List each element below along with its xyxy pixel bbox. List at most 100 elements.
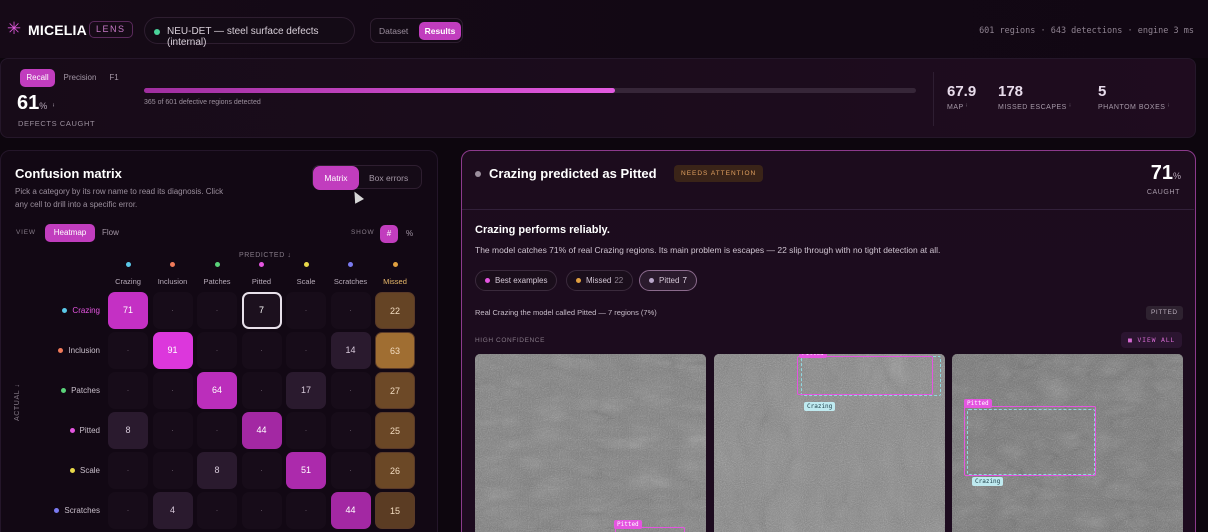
matrix-cell[interactable]: · xyxy=(197,332,237,369)
matrix-cell[interactable]: 14 xyxy=(330,332,371,369)
matrix-cell[interactable]: 27 xyxy=(375,372,415,409)
brand-name: MICELIA xyxy=(28,22,87,38)
info-icon: ⁱ xyxy=(52,104,55,111)
example-thumbnail[interactable]: Pitted Crazing xyxy=(952,354,1183,532)
row-header-pitted[interactable]: Pitted xyxy=(4,426,100,435)
column-header-missed: Missed xyxy=(375,262,415,289)
show-percent-button[interactable]: % xyxy=(406,229,413,238)
matrix-cell[interactable]: · xyxy=(197,292,237,329)
matrix-cell[interactable]: · xyxy=(108,372,148,409)
matrix-cell[interactable]: 4 xyxy=(152,492,193,529)
matrix-cell[interactable]: 26 xyxy=(375,452,415,489)
matrix-cell[interactable]: · xyxy=(330,372,371,409)
matrix-cell[interactable]: · xyxy=(108,332,148,369)
dot-icon xyxy=(649,278,654,284)
matrix-cell[interactable]: · xyxy=(241,332,282,369)
matrix-cell[interactable]: · xyxy=(286,492,326,529)
matrix-cell[interactable]: 7 xyxy=(241,292,282,329)
matrix-cell[interactable]: · xyxy=(197,492,237,529)
matrix-cell[interactable]: · xyxy=(330,452,371,489)
view-all-button[interactable]: ■ VIEW ALL xyxy=(1121,332,1183,348)
tab-f1[interactable]: F1 xyxy=(105,69,123,87)
row-header-crazing[interactable]: Crazing xyxy=(4,306,100,315)
example-thumbnail[interactable]: Pitted Crazing xyxy=(714,354,945,532)
category-dot-icon xyxy=(61,388,67,394)
matrix-cell[interactable]: 8 xyxy=(197,452,237,489)
chip-best-examples[interactable]: Best examples xyxy=(475,270,558,291)
matrix-cell[interactable]: 63 xyxy=(375,332,415,369)
column-label: Patches xyxy=(203,277,231,286)
example-thumbnail[interactable]: Pitted xyxy=(475,354,706,532)
run-stats: 601 regions · 643 detections · engine 3 … xyxy=(979,26,1194,36)
row-header-patches[interactable]: Patches xyxy=(4,386,100,395)
tab-precision[interactable]: Precision xyxy=(59,69,101,87)
panel-title: Confusion matrix xyxy=(15,166,122,181)
column-header-scratches: Scratches xyxy=(331,262,371,289)
chip-missed[interactable]: Missed 22 xyxy=(566,270,634,291)
view-flow-button[interactable]: Flow xyxy=(102,228,119,237)
column-header-crazing: Crazing xyxy=(108,262,148,289)
matrix-cell[interactable]: · xyxy=(108,492,148,529)
column-header-scale: Scale xyxy=(286,262,326,289)
row-label: Scratches xyxy=(64,506,100,515)
row-header-scale[interactable]: Scale xyxy=(4,466,100,475)
tab-results[interactable]: Results xyxy=(419,22,461,40)
category-dot-icon xyxy=(392,262,398,267)
matrix-cell[interactable]: 51 xyxy=(286,452,326,489)
matrix-cell[interactable]: · xyxy=(152,412,193,449)
matrix-cell[interactable]: · xyxy=(286,292,326,329)
logo-icon: ✳ xyxy=(6,19,22,38)
mode-matrix-button[interactable]: Matrix xyxy=(313,166,359,190)
matrix-cell[interactable]: 15 xyxy=(375,492,415,529)
chip-pitted[interactable]: Pitted 7 xyxy=(639,270,697,291)
matrix-cell[interactable]: · xyxy=(286,412,326,449)
matrix-cell[interactable]: 44 xyxy=(241,412,282,449)
category-dot-icon xyxy=(259,262,264,267)
matrix-cell[interactable]: · xyxy=(108,452,148,489)
tab-recall[interactable]: Recall xyxy=(20,69,55,87)
row-label: Patches xyxy=(71,386,100,395)
matrix-cell[interactable]: · xyxy=(286,332,326,369)
column-label: Missed xyxy=(383,277,407,286)
column-header-inclusion: Inclusion xyxy=(153,262,193,289)
matrix-cell[interactable]: · xyxy=(330,412,371,449)
matrix-cell[interactable]: · xyxy=(241,452,282,489)
column-label: Crazing xyxy=(115,277,141,286)
show-label: SHOW xyxy=(351,229,375,236)
column-header-pitted: Pitted xyxy=(242,262,282,289)
category-dot-icon xyxy=(348,262,353,267)
matrix-cell[interactable]: · xyxy=(241,372,282,409)
matrix-cell[interactable]: 44 xyxy=(330,492,371,529)
matrix-cell[interactable]: · xyxy=(330,292,371,329)
matrix-cell[interactable]: 22 xyxy=(375,292,415,329)
matrix-cell[interactable]: 71 xyxy=(108,292,148,329)
matrix-cell[interactable]: 25 xyxy=(375,412,415,449)
matrix-cell[interactable]: 64 xyxy=(197,372,237,409)
matrix-cell[interactable]: · xyxy=(152,372,193,409)
top-bar: ✳ MICELIA LENS NEU-DET — steel surface d… xyxy=(0,0,1208,58)
tab-dataset[interactable]: Dataset xyxy=(379,26,408,36)
mode-toggle: Matrix Box errors xyxy=(312,165,422,190)
category-dot-icon xyxy=(54,508,60,514)
row-header-scratches[interactable]: Scratches xyxy=(4,506,100,515)
brand-badge: LENS xyxy=(89,21,133,38)
matrix-cell[interactable]: · xyxy=(152,292,193,329)
divider xyxy=(933,72,934,126)
divider xyxy=(462,209,1194,210)
matrix-cell[interactable]: · xyxy=(241,492,282,529)
matrix-cell[interactable]: 17 xyxy=(286,372,326,409)
matrix-cell[interactable]: · xyxy=(197,412,237,449)
diagnosis-text: The model catches 71% of real Crazing re… xyxy=(475,245,941,255)
matrix-cell[interactable]: · xyxy=(152,452,193,489)
dataset-selector[interactable]: NEU-DET — steel surface defects (interna… xyxy=(144,17,355,48)
confidence-label: HIGH CONFIDENCE xyxy=(475,337,546,344)
show-count-button[interactable]: # xyxy=(380,225,398,243)
view-heatmap-button[interactable]: Heatmap xyxy=(45,224,95,242)
status-dot-icon xyxy=(154,29,160,35)
kpi-phantom-value: 5 xyxy=(1098,83,1107,100)
row-header-inclusion[interactable]: Inclusion xyxy=(4,346,100,355)
matrix-cell[interactable]: 91 xyxy=(152,332,193,369)
mode-box-errors-button[interactable]: Box errors xyxy=(369,173,408,183)
matrix-cell[interactable]: 8 xyxy=(108,412,148,449)
kpi-map-label: MAP ⁱ xyxy=(947,104,968,111)
